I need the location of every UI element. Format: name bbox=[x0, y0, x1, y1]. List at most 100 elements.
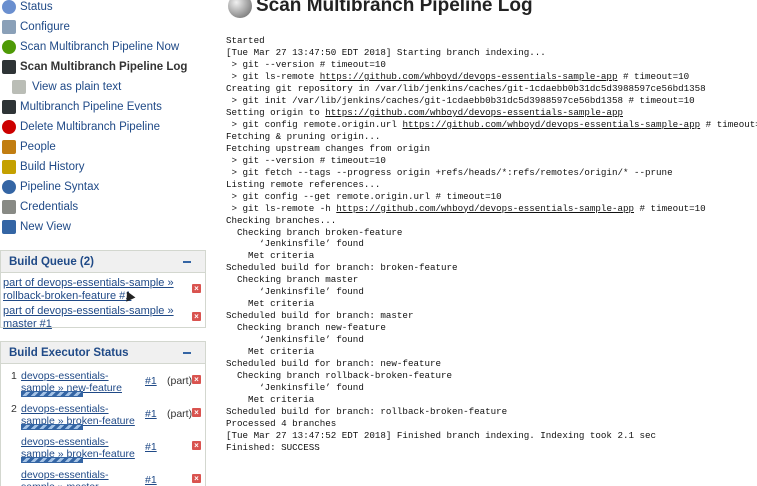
executor-header: Build Executor Status bbox=[1, 342, 205, 364]
collapse-icon[interactable] bbox=[183, 260, 191, 263]
log-line: > git init /var/lib/jenkins/caches/git-1… bbox=[226, 95, 757, 107]
progress-bar bbox=[21, 424, 83, 430]
sidebar-item-label: Build History bbox=[20, 161, 85, 173]
people-icon bbox=[2, 140, 16, 154]
stop-icon[interactable]: × bbox=[192, 375, 201, 384]
executor-pane: Build Executor Status 1 devops-essentials… bbox=[0, 341, 206, 486]
repo-link[interactable]: https://github.com/whboyd/devops-essenti… bbox=[336, 203, 634, 214]
help-icon bbox=[2, 180, 16, 194]
main-panel: Scan Multibranch Pipeline Log Started [Tu… bbox=[222, 0, 757, 486]
log-line: ‘Jenkinsfile’ found bbox=[226, 286, 757, 298]
sidebar-item-scan-multibranch-pipeline-now[interactable]: Scan Multibranch Pipeline Now bbox=[0, 37, 207, 57]
executor-build-link[interactable]: #1 bbox=[145, 408, 157, 420]
log-text: Scheduled build for branch: broken-featu… bbox=[226, 262, 458, 274]
log-text: Checking branch broken-feature bbox=[226, 226, 403, 238]
log-text: Met criteria bbox=[226, 298, 315, 310]
log-line: > git ls-remote https://github.com/whboy… bbox=[226, 71, 757, 83]
log-line: Started bbox=[226, 35, 757, 47]
log-text: Finished: SUCCESS bbox=[226, 441, 320, 453]
terminal-icon bbox=[2, 100, 16, 114]
terminal-icon bbox=[2, 60, 16, 74]
sidebar-item-label: Pipeline Syntax bbox=[20, 181, 100, 193]
log-line: Processed 4 branches bbox=[226, 418, 757, 430]
log-text: > git config --get remote.origin.url # t… bbox=[226, 190, 502, 202]
log-text: Listing remote references... bbox=[226, 178, 381, 190]
progress-bar bbox=[21, 391, 83, 397]
log-line: Creating git repository in /var/lib/jenk… bbox=[226, 83, 757, 95]
clock-icon bbox=[2, 40, 16, 54]
sidebar: Status Configure Scan Multibranch Pipeline… bbox=[0, 0, 207, 486]
build-queue-pane: Build Queue (2) part of devops-essential… bbox=[0, 250, 206, 330]
sidebar-item-pipeline-syntax[interactable]: Pipeline Syntax bbox=[0, 177, 207, 197]
executor-row: devops-essentials-sample » master #1 × bbox=[1, 465, 205, 486]
title-row: Scan Multibranch Pipeline Log bbox=[228, 0, 533, 18]
log-text: ‘Jenkinsfile’ found bbox=[226, 334, 364, 346]
search-icon bbox=[2, 0, 16, 14]
collapse-icon[interactable] bbox=[183, 351, 191, 354]
sidebar-item-label: Credentials bbox=[20, 201, 79, 213]
executor-row: 1 devops-essentials-sample » new-feature #… bbox=[1, 366, 205, 399]
sidebar-item-label: Multibranch Pipeline Events bbox=[20, 101, 162, 113]
sidebar-item-people[interactable]: People bbox=[0, 137, 207, 157]
log-line: Listing remote references... bbox=[226, 179, 757, 191]
log-text: > git fetch --tags --progress origin +re… bbox=[226, 166, 673, 178]
log-text: Met criteria bbox=[226, 346, 315, 358]
log-line: ‘Jenkinsfile’ found bbox=[226, 382, 757, 394]
log-text: [Tue Mar 27 13:47:52 EDT 2018] Finished … bbox=[226, 429, 657, 441]
log-line: Finished: SUCCESS bbox=[226, 442, 757, 454]
log-text: Scheduled build for branch: master bbox=[226, 310, 414, 322]
stop-icon[interactable]: × bbox=[192, 441, 201, 450]
cancel-icon[interactable]: × bbox=[192, 284, 201, 293]
wrench-icon bbox=[2, 20, 16, 34]
log-text: Checking branch new-feature bbox=[226, 322, 386, 334]
executor-row: devops-essentials-sample » broken-featur… bbox=[1, 432, 205, 465]
sidebar-item-build-history[interactable]: Build History bbox=[0, 157, 207, 177]
stop-icon[interactable]: × bbox=[192, 408, 201, 417]
log-text: Scheduled build for branch: rollback-bro… bbox=[226, 406, 508, 418]
executor-build-link[interactable]: #1 bbox=[145, 474, 157, 486]
no-entry-icon bbox=[2, 120, 16, 134]
sidebar-item-delete-multibranch-pipeline[interactable]: Delete Multibranch Pipeline bbox=[0, 117, 207, 137]
log-line: Checking branch new-feature bbox=[226, 322, 757, 334]
log-text: ‘Jenkinsfile’ found bbox=[226, 238, 364, 250]
log-text: Fetching & pruning origin... bbox=[226, 130, 381, 142]
sidebar-item-label: Scan Multibranch Pipeline Now bbox=[20, 41, 180, 53]
repo-link[interactable]: https://github.com/whboyd/devops-essenti… bbox=[320, 71, 618, 82]
log-line: ‘Jenkinsfile’ found bbox=[226, 238, 757, 250]
sidebar-item-view-as-plain-text[interactable]: View as plain text bbox=[0, 77, 207, 97]
sidebar-item-label: Scan Multibranch Pipeline Log bbox=[20, 61, 188, 73]
executor-row: 2 devops-essentials-sample » broken-featu… bbox=[1, 399, 205, 432]
executor-number: 2 bbox=[11, 403, 17, 415]
executor-job-link[interactable]: devops-essentials-sample » master bbox=[21, 469, 139, 486]
executor-build-link[interactable]: #1 bbox=[145, 375, 157, 387]
sidebar-item-credentials[interactable]: Credentials bbox=[0, 197, 207, 217]
executor-build-link[interactable]: #1 bbox=[145, 441, 157, 453]
sidebar-item-new-view[interactable]: New View bbox=[0, 217, 207, 237]
log-text: > git init /var/lib/jenkins/caches/git-1… bbox=[226, 94, 695, 106]
queue-item-link[interactable]: part of devops-essentials-sample » rollb… bbox=[3, 277, 174, 302]
console-output: Started [Tue Mar 27 13:47:50 EDT 2018] St… bbox=[226, 35, 757, 454]
log-line: Fetching upstream changes from origin bbox=[226, 143, 757, 155]
sidebar-item-scan-multibranch-pipeline-log[interactable]: Scan Multibranch Pipeline Log bbox=[0, 57, 207, 77]
sidebar-item-label: New View bbox=[20, 221, 71, 233]
executor-list: 1 devops-essentials-sample » new-feature #… bbox=[1, 364, 205, 486]
log-text: Scheduled build for branch: new-feature bbox=[226, 358, 442, 370]
log-text: Setting origin to bbox=[226, 106, 326, 118]
sidebar-item-multibranch-pipeline-events[interactable]: Multibranch Pipeline Events bbox=[0, 97, 207, 117]
log-text: > git --version # timeout=10 bbox=[226, 58, 386, 70]
log-line: [Tue Mar 27 13:47:50 EDT 2018] Starting … bbox=[226, 47, 757, 59]
build-queue-title[interactable]: Build Queue (2) bbox=[9, 256, 94, 268]
queue-item-link[interactable]: part of devops-essentials-sample » maste… bbox=[3, 305, 174, 330]
sidebar-item-label: Configure bbox=[20, 21, 70, 33]
executor-title[interactable]: Build Executor Status bbox=[9, 347, 129, 359]
repo-link[interactable]: https://github.com/whboyd/devops-essenti… bbox=[325, 107, 623, 118]
log-text: Processed 4 branches bbox=[226, 418, 337, 429]
task-list: Status Configure Scan Multibranch Pipeline… bbox=[0, 0, 207, 237]
repo-link[interactable]: https://github.com/whboyd/devops-essenti… bbox=[402, 119, 700, 130]
sidebar-item-configure[interactable]: Configure bbox=[0, 17, 207, 37]
sidebar-item-status[interactable]: Status bbox=[0, 0, 207, 17]
cancel-icon[interactable]: × bbox=[192, 312, 201, 321]
log-line: > git config --get remote.origin.url # t… bbox=[226, 191, 757, 203]
stop-icon[interactable]: × bbox=[192, 474, 201, 483]
log-line: Checking branch broken-feature bbox=[226, 227, 757, 239]
